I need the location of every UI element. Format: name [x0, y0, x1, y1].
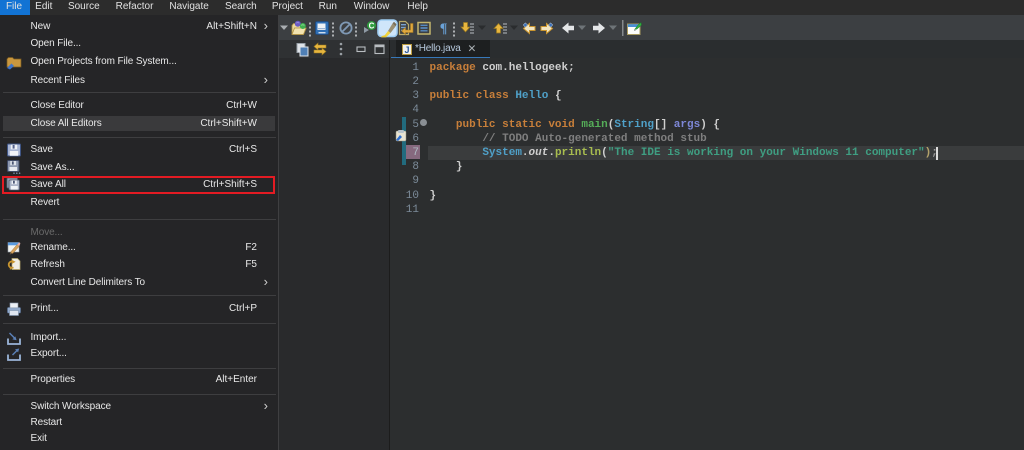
svg-text:J: J — [404, 45, 409, 55]
svg-text:C: C — [368, 22, 374, 31]
svg-text:¶: ¶ — [439, 22, 447, 37]
